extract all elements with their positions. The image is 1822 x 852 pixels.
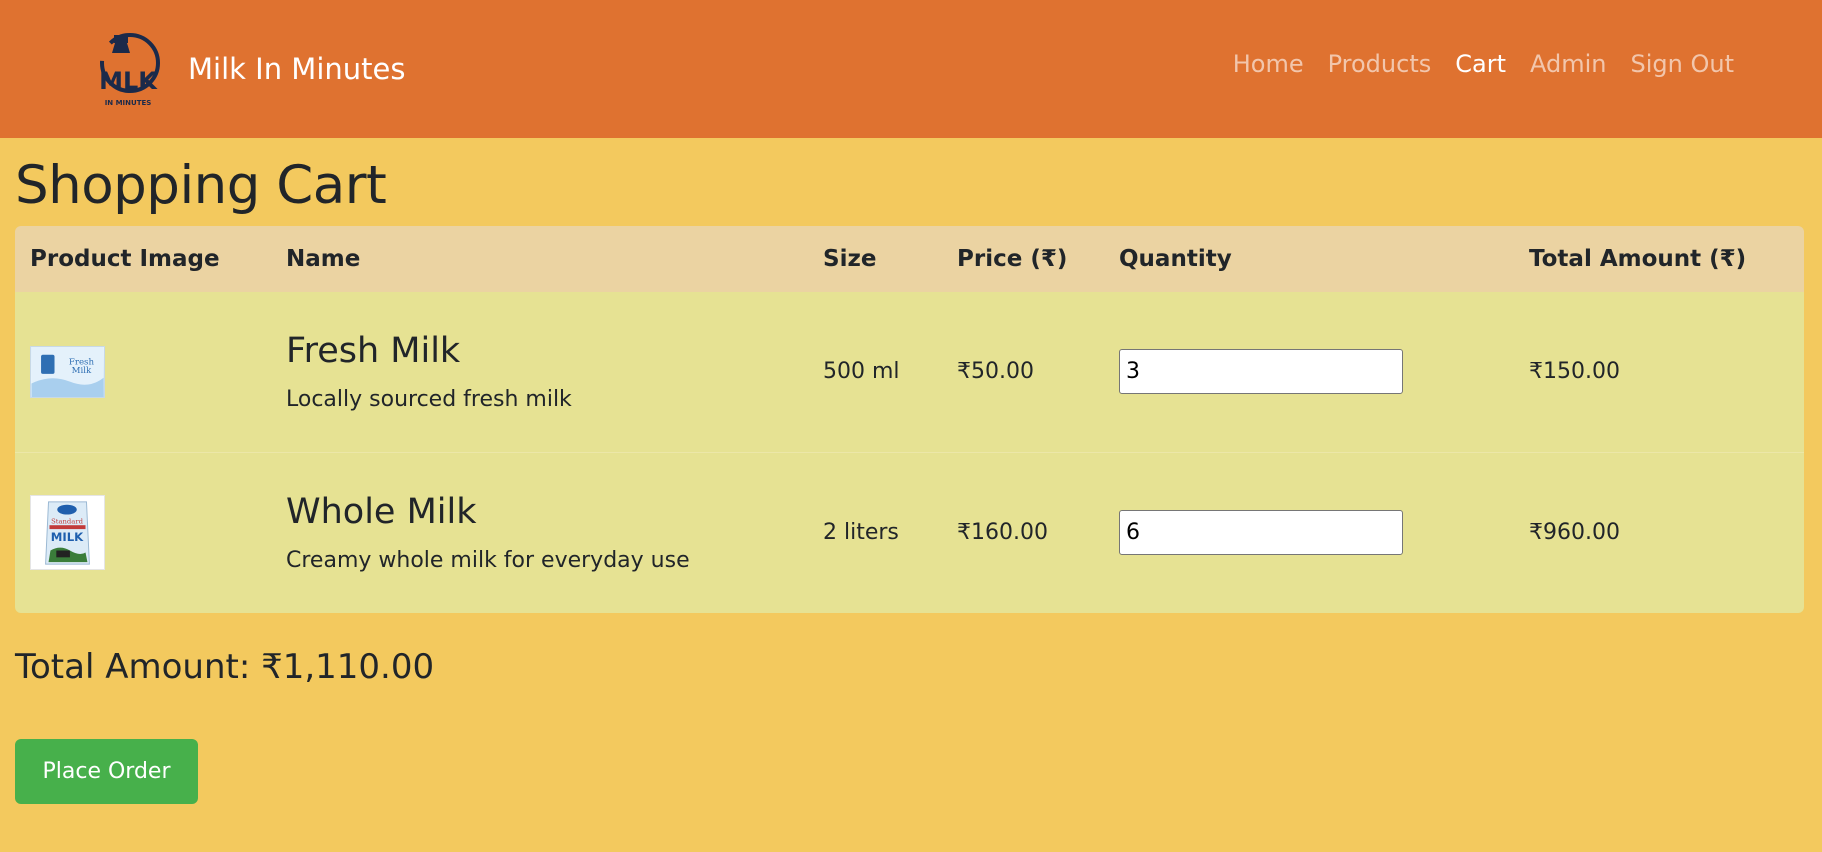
milk-in-minutes-logo: MLK IN MINUTES: [99, 33, 160, 107]
product-image-cell: Fresh Milk: [15, 291, 271, 452]
nav-sign-out-link[interactable]: Sign Out: [1631, 50, 1735, 78]
product-size: 2 liters: [808, 451, 942, 613]
product-description: Locally sourced fresh milk: [286, 387, 572, 413]
page-title: Shopping Cart: [15, 155, 387, 216]
quantity-input[interactable]: [1119, 349, 1403, 395]
quantity-input[interactable]: [1119, 510, 1403, 556]
product-price: ₹50.00: [942, 291, 1104, 452]
cart-total-amount: Total Amount: ₹1,110.00: [15, 646, 435, 687]
nav-admin-link[interactable]: Admin: [1530, 50, 1607, 78]
product-total: ₹960.00: [1514, 451, 1804, 613]
cart-table: Product Image Name Size Price (₹) Quanti…: [15, 225, 1804, 613]
nav-cart-link[interactable]: Cart: [1455, 50, 1506, 78]
brand-name: Milk In Minutes: [188, 52, 406, 86]
main-content: Shopping Cart Product Image Name Size Pr…: [0, 138, 1822, 804]
place-order-button[interactable]: Place Order: [15, 738, 198, 804]
product-name: Whole Milk: [286, 492, 477, 533]
table-row: Standard MILK Whole Milk Creamy whole mi…: [15, 451, 1804, 613]
product-name-cell: Fresh Milk Locally sourced fresh milk: [271, 291, 808, 452]
navbar: MLK IN MINUTES Milk In Minutes Home Prod…: [0, 0, 1822, 138]
header-quantity: Quantity: [1104, 225, 1514, 292]
nav-links: Home Products Cart Admin Sign Out: [1233, 50, 1734, 78]
svg-text:Milk: Milk: [72, 366, 92, 376]
table-row: Fresh Milk Fresh Milk Locally sourced fr…: [15, 291, 1804, 452]
nav-home-link[interactable]: Home: [1233, 50, 1304, 78]
product-image-cell: Standard MILK: [15, 451, 271, 613]
header-price: Price (₹): [942, 225, 1104, 292]
header-name: Name: [271, 225, 808, 292]
brand[interactable]: MLK IN MINUTES Milk In Minutes: [88, 29, 405, 109]
product-name-cell: Whole Milk Creamy whole milk for everyda…: [271, 451, 808, 613]
quantity-cell: [1104, 451, 1514, 613]
fresh-milk-image: Fresh Milk: [30, 345, 105, 398]
svg-text:IN MINUTES: IN MINUTES: [105, 99, 152, 107]
svg-text:MLK: MLK: [99, 67, 158, 95]
product-total: ₹150.00: [1514, 291, 1804, 452]
product-size: 500 ml: [808, 291, 942, 452]
table-header-row: Product Image Name Size Price (₹) Quanti…: [15, 225, 1804, 292]
header-total-amount: Total Amount (₹): [1514, 225, 1804, 292]
svg-text:MILK: MILK: [51, 530, 84, 544]
product-description: Creamy whole milk for everyday use: [286, 548, 690, 574]
nav-products-link[interactable]: Products: [1328, 50, 1432, 78]
header-product-image: Product Image: [15, 225, 271, 292]
product-price: ₹160.00: [942, 451, 1104, 613]
svg-text:Standard: Standard: [51, 517, 83, 525]
whole-milk-image: Standard MILK: [30, 495, 105, 571]
product-name: Fresh Milk: [286, 331, 461, 372]
header-size: Size: [808, 225, 942, 292]
quantity-cell: [1104, 291, 1514, 452]
